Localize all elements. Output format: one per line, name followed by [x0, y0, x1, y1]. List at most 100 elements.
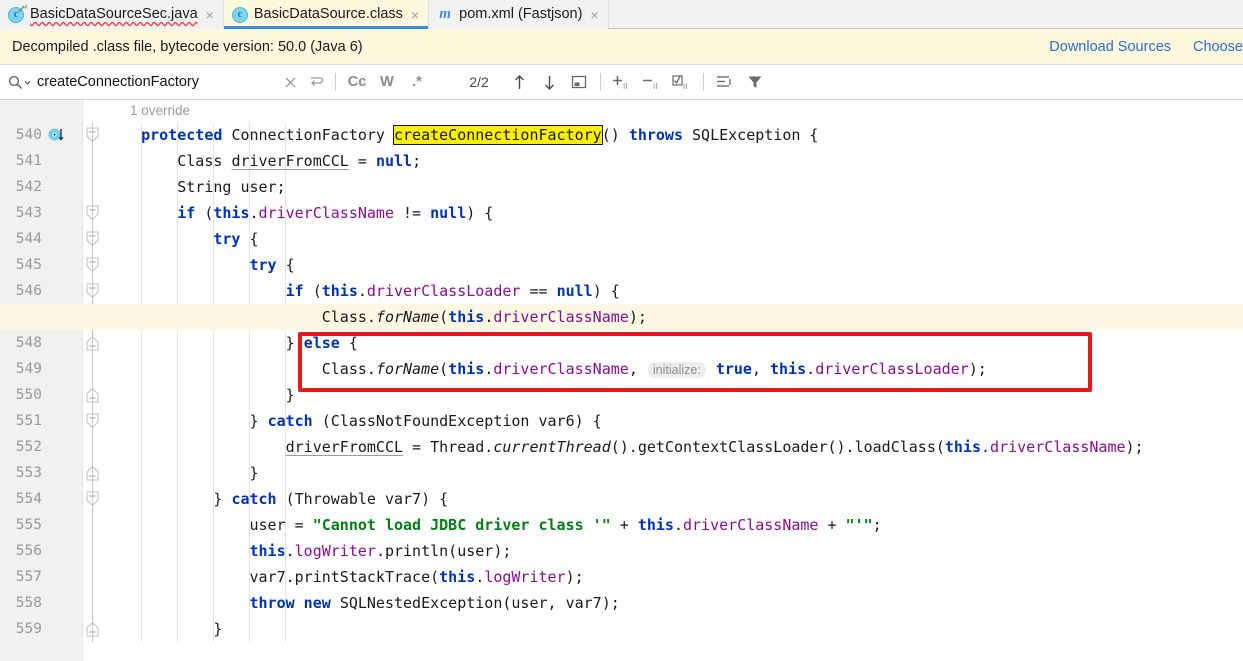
code-line[interactable]: protected ConnectionFactory createConnec…	[0, 122, 1243, 148]
code-token: SQLNestedException(user, var7);	[339, 594, 620, 612]
code-token: {	[249, 230, 259, 248]
search-icon[interactable]	[8, 75, 31, 90]
code-token: .	[673, 516, 683, 534]
code-line[interactable]: if (this.driverClassName != null) {	[0, 200, 1243, 226]
code-line[interactable]: Class driverFromCCL = null;	[0, 148, 1243, 174]
code-token: this	[439, 568, 476, 586]
code-token: (	[439, 308, 449, 326]
download-sources-link[interactable]: Download Sources	[1049, 39, 1171, 55]
filter-icon[interactable]	[740, 74, 770, 90]
code-line[interactable]: Class.forName(this.driverClassName);	[0, 304, 1243, 330]
code-token: throws	[628, 126, 693, 144]
find-in-file-toolbar: createConnectionFactory Cc W .* 2/2 II I…	[0, 65, 1243, 100]
toolbar-divider	[600, 73, 601, 91]
code-line[interactable]: } catch (ClassNotFoundException var6) {	[0, 408, 1243, 434]
search-history-icon[interactable]	[303, 75, 329, 89]
select-occurrences-icon[interactable]: II	[667, 74, 697, 91]
code-token: else	[303, 334, 340, 352]
code-token: this	[448, 308, 485, 326]
tab-BasicDataSourceSec-java[interactable]: c BasicDataSourceSec.java ×	[0, 0, 224, 29]
code-token: Class	[177, 152, 232, 170]
code-token: this	[637, 516, 674, 534]
code-line[interactable]: } else {	[0, 330, 1243, 356]
svg-text:II: II	[653, 82, 657, 91]
code-token: driverFromCCL	[285, 438, 404, 456]
add-occurrence-icon[interactable]: II	[607, 74, 637, 91]
code-token: if	[177, 204, 205, 222]
code-token: }	[285, 334, 304, 352]
code-token: null	[375, 152, 413, 170]
close-icon[interactable]: ×	[206, 8, 214, 22]
clear-search-icon[interactable]	[277, 76, 303, 89]
code-line[interactable]: } catch (Throwable var7) {	[0, 486, 1243, 512]
remove-occurrence-icon[interactable]: II	[637, 74, 667, 91]
code-line[interactable]: }	[0, 382, 1243, 408]
code-line[interactable]: var7.printStackTrace(this.logWriter);	[0, 564, 1243, 590]
code-line[interactable]: String user;	[0, 174, 1243, 200]
code-token: try	[213, 230, 250, 248]
code-line[interactable]: try {	[0, 252, 1243, 278]
select-all-occurrences-icon[interactable]	[564, 75, 594, 90]
code-token: );	[1125, 438, 1144, 456]
code-line[interactable]: this.logWriter.println(user);	[0, 538, 1243, 564]
toolbar-divider	[703, 73, 704, 91]
tab-pom-xml[interactable]: m pom.xml (Fastjson) ×	[429, 0, 609, 29]
close-icon[interactable]: ×	[590, 8, 598, 22]
code-token: this	[213, 204, 250, 222]
find-previous-icon[interactable]	[504, 74, 534, 91]
code-line[interactable]: throw new SQLNestedException(user, var7)…	[0, 590, 1243, 616]
code-editor[interactable]: 1 override 54054154254354454554654754854…	[0, 100, 1243, 661]
notification-message: Decompiled .class file, bytecode version…	[12, 38, 363, 55]
tab-BasicDataSource-class[interactable]: c BasicDataSource.class ×	[223, 0, 430, 29]
find-next-icon[interactable]	[534, 74, 564, 91]
code-line[interactable]: }	[0, 616, 1243, 638]
code-token: );	[968, 360, 987, 378]
java-class-icon: c	[8, 3, 27, 23]
code-token: currentThread	[493, 438, 611, 456]
code-token: .	[357, 282, 367, 300]
chevron-down-icon	[24, 80, 31, 85]
search-input[interactable]: createConnectionFactory	[37, 74, 277, 90]
code-token: {	[285, 256, 295, 274]
code-token: driverClassName	[990, 438, 1126, 456]
code-token: .	[484, 360, 494, 378]
code-token: driverClassLoader	[815, 360, 969, 378]
close-icon[interactable]: ×	[411, 8, 419, 22]
regex-toggle[interactable]: .*	[402, 74, 432, 90]
code-line[interactable]: try {	[0, 226, 1243, 252]
svg-text:II: II	[623, 82, 627, 91]
decompiled-notification-bar: Decompiled .class file, bytecode version…	[0, 29, 1243, 65]
code-token: }	[213, 620, 223, 638]
toolbar-divider	[335, 73, 336, 91]
open-in-find-window-icon[interactable]	[710, 74, 740, 90]
code-line[interactable]: driverFromCCL = Thread.currentThread().g…	[0, 434, 1243, 460]
code-token: Class.	[321, 360, 376, 378]
code-token: catch	[231, 490, 286, 508]
search-match-highlight: createConnectionFactory	[393, 125, 603, 145]
code-token: =	[348, 152, 376, 170]
whole-words-toggle[interactable]: W	[372, 74, 402, 90]
choose-sources-link[interactable]: Choose	[1193, 39, 1243, 55]
code-line[interactable]: if (this.driverClassLoader == null) {	[0, 278, 1243, 304]
code-token: "Cannot load JDBC driver class '"	[312, 516, 611, 534]
tab-label: BasicDataSource.class	[253, 6, 403, 23]
tab-label: BasicDataSourceSec.java	[30, 6, 198, 23]
code-line[interactable]: user = "Cannot load JDBC driver class '"…	[0, 512, 1243, 538]
match-case-toggle[interactable]: Cc	[342, 74, 372, 90]
code-token: logWriter	[294, 542, 376, 560]
code-token: "'"	[845, 516, 873, 534]
code-token: ==	[520, 282, 557, 300]
code-token: forName	[375, 360, 440, 378]
code-line[interactable]: }	[0, 460, 1243, 486]
code-token: protected	[141, 126, 232, 144]
code-line[interactable]: Class.forName(this.driverClassName, init…	[0, 356, 1243, 382]
code-token: this	[770, 360, 807, 378]
code-token: (Throwable var7) {	[285, 490, 449, 508]
match-counter: 2/2	[469, 74, 489, 90]
code-token: }	[249, 464, 259, 482]
code-token: ;	[872, 516, 882, 534]
code-token: Class.	[321, 308, 376, 326]
code-token: catch	[267, 412, 322, 430]
code-token: this	[448, 360, 485, 378]
